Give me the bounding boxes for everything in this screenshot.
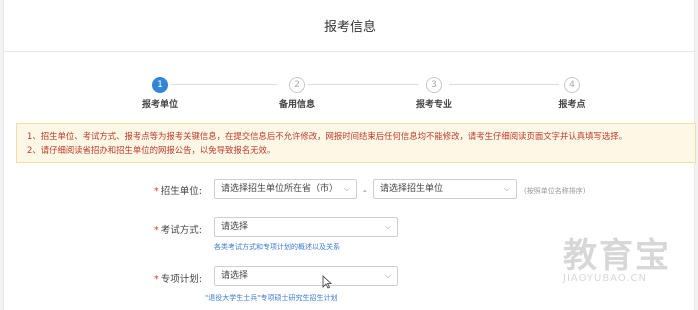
step-label: 备用信息 — [278, 100, 315, 110]
watermark-domain: JIAOYUBAO.CN — [563, 273, 647, 284]
step-label: 报考单位 — [141, 100, 178, 110]
province-select-value: 请选择招生单位所在省（市） — [221, 184, 339, 194]
special-plan-select[interactable]: 请选择 ⌵ — [214, 266, 398, 286]
progress-stepper: 1 报考单位 2 备用信息 3 报考专业 4 报考点 — [4, 72, 696, 112]
exam-mode-select[interactable]: 请选择 ⌵ — [214, 217, 398, 237]
mouse-pointer-icon — [322, 275, 332, 289]
page-title: 报考信息 — [323, 20, 376, 35]
special-plan-label-text: 专项计划: — [160, 274, 202, 285]
unit-select[interactable]: 请选择招生单位 ⌵ — [373, 179, 517, 199]
exam-mode-field-label: * 考试方式: — [112, 222, 202, 236]
step-2: 2 备用信息 — [247, 77, 347, 110]
chevron-down-icon: ⌵ — [384, 222, 391, 231]
notice-line-2: 2、请仔细阅读省招办和招生单位的网报公告，以免导致报名无效。 — [27, 145, 276, 155]
exam-mode-label-text: 考试方式: — [160, 225, 202, 236]
unit-field-label: * 招生单位: — [112, 183, 202, 197]
required-asterisk: * — [154, 225, 159, 236]
required-asterisk: * — [154, 274, 159, 285]
select-separator: - — [363, 186, 367, 197]
step-1: 1 报考单位 — [110, 77, 210, 110]
unit-sort-hint: (按照单位名称排序) — [524, 187, 586, 195]
exam-mode-overview-link[interactable]: 各类考试方式和专项计划的概述以及关系 — [214, 242, 340, 252]
step-3: 3 报考专业 — [384, 77, 484, 110]
watermark-text: 教育宝 — [563, 236, 671, 276]
step-number: 2 — [289, 77, 305, 93]
step-number: 1 — [152, 77, 168, 93]
notice-box: 1、招生单位、考试方式、报考点等为报考关键信息，在提交信息后不允许修改，网报时间… — [16, 123, 696, 163]
special-plan-field-label: * 专项计划: — [112, 271, 202, 285]
exam-mode-select-value: 请选择 — [221, 222, 249, 232]
step-label: 报考点 — [558, 100, 586, 110]
notice-line-1: 1、招生单位、考试方式、报考点等为报考关键信息，在提交信息后不允许修改，网报时间… — [27, 131, 627, 141]
special-plan-select-value: 请选择 — [221, 271, 249, 281]
chevron-down-icon: ⌵ — [503, 184, 510, 193]
unit-label-text: 招生单位: — [160, 186, 202, 197]
step-number: 4 — [564, 77, 580, 93]
chevron-down-icon: ⌵ — [343, 184, 350, 193]
province-select[interactable]: 请选择招生单位所在省（市） ⌵ — [214, 179, 357, 199]
chevron-down-icon: ⌵ — [384, 271, 391, 280]
step-label: 报考专业 — [415, 100, 452, 110]
special-plan-info-link[interactable]: "退役大学生士兵"专项硕士研究生招生计划 — [205, 293, 337, 303]
watermark-logo: 教育宝 JIAOYUBAO.CN — [563, 228, 693, 288]
required-asterisk: * — [154, 186, 159, 197]
step-number: 3 — [426, 77, 442, 93]
page-header: 报考信息 — [4, 0, 696, 52]
step-4: 4 报考点 — [522, 77, 622, 110]
unit-select-value: 请选择招生单位 — [380, 184, 444, 194]
